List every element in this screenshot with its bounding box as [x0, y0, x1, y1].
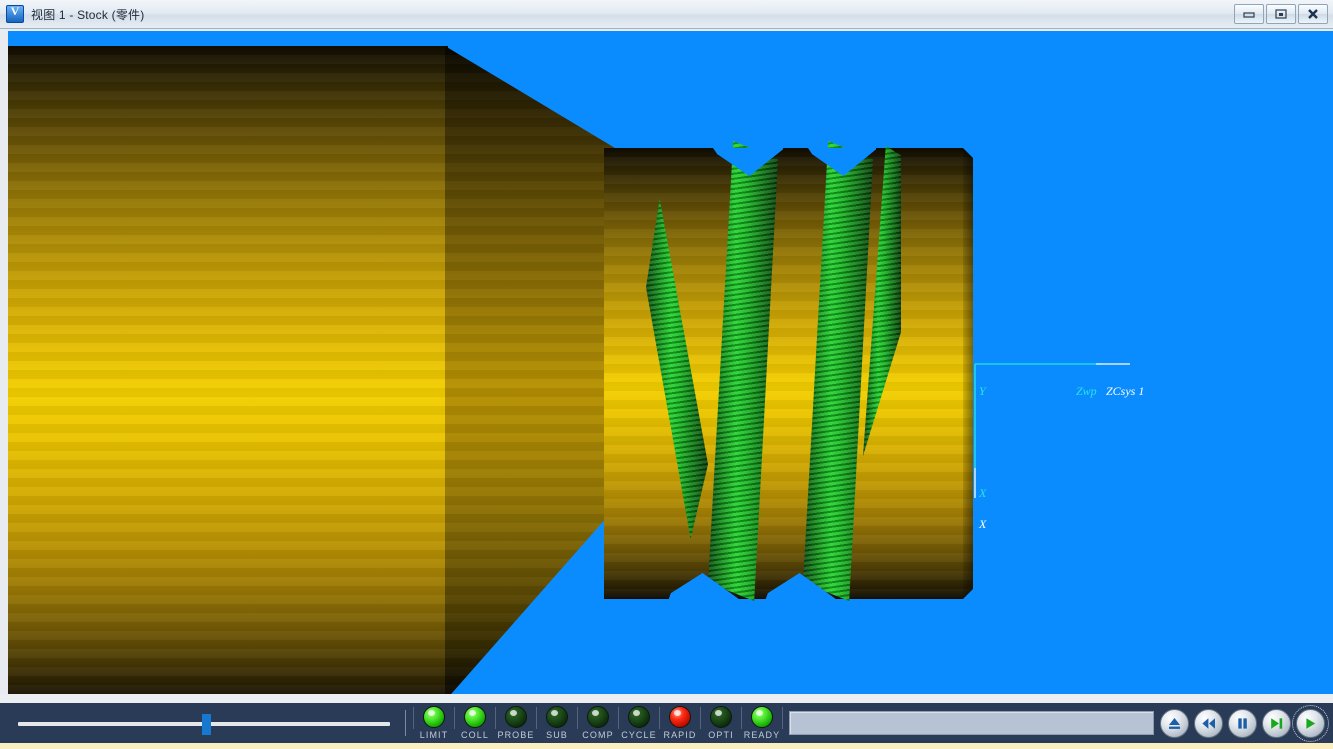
status-led-rapid[interactable]: RAPID: [660, 706, 700, 740]
status-led-label: COLL: [461, 730, 489, 740]
close-icon: [1308, 9, 1318, 19]
status-led-coll[interactable]: COLL: [455, 706, 495, 740]
simulation-viewport[interactable]: Y X X Zwp ZCsys 1: [8, 31, 1333, 694]
maximize-button[interactable]: [1266, 4, 1296, 24]
machine-status-leds: LIMIT COLL PROBE SUB COMP CYCLE RAPID OP…: [413, 706, 783, 740]
status-led-label: RAPID: [663, 730, 697, 740]
title-bar: 视图 1 - Stock (零件): [0, 0, 1333, 29]
status-led-limit[interactable]: LIMIT: [414, 706, 454, 740]
opti-led-icon: [710, 706, 732, 728]
toolbar-separator: [405, 710, 406, 736]
minimize-icon: [1243, 12, 1255, 18]
view-app-icon: [6, 4, 24, 23]
status-led-ready[interactable]: READY: [742, 706, 782, 740]
status-led-cycle[interactable]: CYCLE: [619, 706, 659, 740]
minimize-button[interactable]: [1234, 4, 1264, 24]
status-led-sub[interactable]: SUB: [537, 706, 577, 740]
csys-axis-y-label: Y: [979, 384, 986, 398]
simulation-progress-bar[interactable]: [789, 711, 1154, 735]
sub-led-icon: [546, 706, 568, 728]
csys-axis-x-label-cyan: X: [979, 486, 987, 500]
status-led-label: PROBE: [497, 730, 535, 740]
maximize-icon: [1275, 9, 1287, 19]
animation-speed-slider[interactable]: [10, 703, 398, 743]
limit-led-icon: [423, 706, 445, 728]
status-led-label: READY: [743, 730, 781, 740]
step-forward-icon: [1271, 717, 1283, 729]
playback-controls: [1160, 704, 1333, 742]
csys-name-label: ZCsys 1: [1106, 384, 1145, 398]
pause-icon: [1238, 717, 1247, 729]
rewind-button[interactable]: [1194, 708, 1223, 738]
status-led-opti[interactable]: OPTI: [701, 706, 741, 740]
csys-wcs-label: Zwp: [1076, 384, 1097, 398]
stock-large-diameter: [8, 46, 448, 694]
status-led-label: CYCLE: [621, 730, 657, 740]
close-button[interactable]: [1298, 4, 1328, 24]
simulation-control-bar: LIMIT COLL PROBE SUB COMP CYCLE RAPID OP…: [0, 703, 1333, 743]
stock-taper-shoulder: [445, 46, 615, 694]
status-led-label: COMP: [582, 730, 614, 740]
status-led-label: LIMIT: [419, 730, 449, 740]
simulation-window: 视图 1 - Stock (零件): [0, 0, 1333, 749]
status-led-comp[interactable]: COMP: [578, 706, 618, 740]
status-led-probe[interactable]: PROBE: [496, 706, 536, 740]
pause-button[interactable]: [1228, 708, 1257, 738]
animation-speed-thumb[interactable]: [202, 714, 211, 735]
play-icon: [1306, 717, 1316, 729]
step-forward-button[interactable]: [1262, 708, 1291, 738]
coll-led-icon: [464, 706, 486, 728]
probe-led-icon: [505, 706, 527, 728]
status-led-label: OPTI: [708, 730, 734, 740]
window-title: 视图 1 - Stock (零件): [31, 7, 145, 22]
rapid-led-icon: [669, 706, 691, 728]
stock-render: Y X X Zwp ZCsys 1: [8, 31, 1333, 694]
progress-area: [783, 711, 1160, 735]
rewind-icon: [1202, 717, 1215, 729]
csys-axis-x-label-white: X: [979, 517, 987, 531]
eject-icon: [1169, 717, 1180, 729]
comp-led-icon: [587, 706, 609, 728]
cycle-led-icon: [628, 706, 650, 728]
eject-button[interactable]: [1160, 708, 1189, 738]
status-strip: [0, 743, 1333, 749]
toolbar-gap: [0, 694, 1333, 703]
window-controls: [1234, 4, 1333, 24]
play-button[interactable]: [1292, 704, 1329, 742]
stock-end-face: [963, 148, 973, 599]
ready-led-icon: [751, 706, 773, 728]
status-led-label: SUB: [546, 730, 568, 740]
